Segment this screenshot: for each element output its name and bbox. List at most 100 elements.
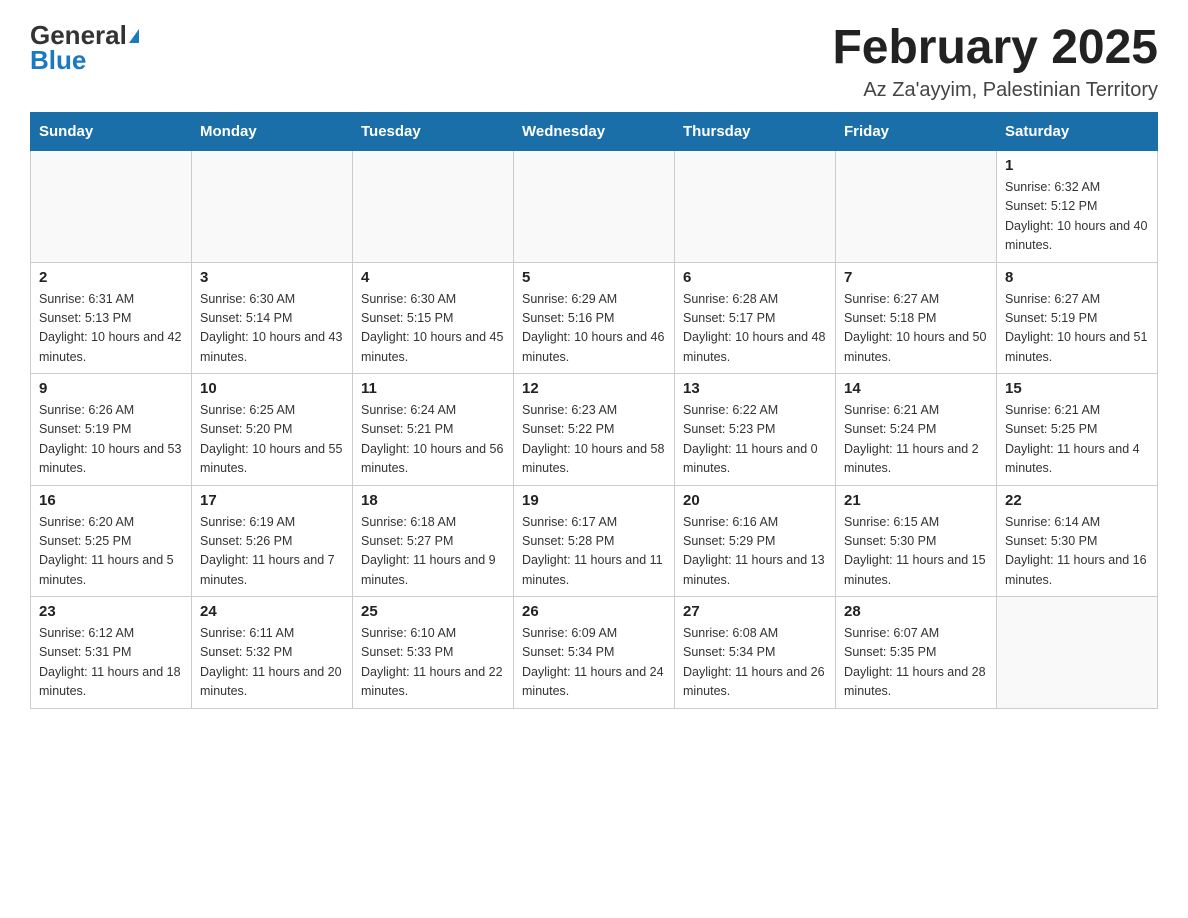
day-info: Sunrise: 6:14 AM Sunset: 5:30 PM Dayligh… [1005,513,1149,591]
week-row-1: 1 Sunrise: 6:32 AM Sunset: 5:12 PM Daylig… [31,151,1158,263]
calendar-cell: 13 Sunrise: 6:22 AM Sunset: 5:23 PM Dayli… [675,374,836,486]
week-row-3: 9 Sunrise: 6:26 AM Sunset: 5:19 PM Daylig… [31,374,1158,486]
calendar-cell: 24 Sunrise: 6:11 AM Sunset: 5:32 PM Dayli… [192,597,353,709]
day-number: 8 [1005,269,1149,286]
day-number: 3 [200,269,344,286]
calendar-cell [353,151,514,263]
calendar-cell: 10 Sunrise: 6:25 AM Sunset: 5:20 PM Dayli… [192,374,353,486]
day-number: 21 [844,492,988,509]
day-info: Sunrise: 6:17 AM Sunset: 5:28 PM Dayligh… [522,513,666,591]
day-info: Sunrise: 6:09 AM Sunset: 5:34 PM Dayligh… [522,624,666,702]
day-info: Sunrise: 6:27 AM Sunset: 5:19 PM Dayligh… [1005,290,1149,368]
day-number: 20 [683,492,827,509]
calendar-cell: 26 Sunrise: 6:09 AM Sunset: 5:34 PM Dayli… [514,597,675,709]
calendar-cell: 16 Sunrise: 6:20 AM Sunset: 5:25 PM Dayli… [31,485,192,597]
calendar-table: Sunday Monday Tuesday Wednesday Thursday… [30,112,1158,709]
header-sunday: Sunday [31,113,192,151]
title-block: February 2025 Az Za'ayyim, Palestinian T… [832,20,1158,102]
day-number: 11 [361,380,505,397]
day-info: Sunrise: 6:25 AM Sunset: 5:20 PM Dayligh… [200,401,344,479]
calendar-cell: 14 Sunrise: 6:21 AM Sunset: 5:24 PM Dayli… [836,374,997,486]
calendar-cell [514,151,675,263]
day-info: Sunrise: 6:26 AM Sunset: 5:19 PM Dayligh… [39,401,183,479]
day-info: Sunrise: 6:18 AM Sunset: 5:27 PM Dayligh… [361,513,505,591]
header-friday: Friday [836,113,997,151]
day-number: 6 [683,269,827,286]
header-thursday: Thursday [675,113,836,151]
header-tuesday: Tuesday [353,113,514,151]
calendar-cell: 22Sunrise: 6:14 AM Sunset: 5:30 PM Dayli… [997,485,1158,597]
calendar-cell [997,597,1158,709]
calendar-cell: 28 Sunrise: 6:07 AM Sunset: 5:35 PM Dayli… [836,597,997,709]
day-info: Sunrise: 6:16 AM Sunset: 5:29 PM Dayligh… [683,513,827,591]
day-number: 9 [39,380,183,397]
weekday-header-row: Sunday Monday Tuesday Wednesday Thursday… [31,113,1158,151]
day-info: Sunrise: 6:23 AM Sunset: 5:22 PM Dayligh… [522,401,666,479]
week-row-2: 2Sunrise: 6:31 AM Sunset: 5:13 PM Daylig… [31,262,1158,374]
day-info: Sunrise: 6:19 AM Sunset: 5:26 PM Dayligh… [200,513,344,591]
calendar-cell: 4Sunrise: 6:30 AM Sunset: 5:15 PM Daylig… [353,262,514,374]
day-info: Sunrise: 6:15 AM Sunset: 5:30 PM Dayligh… [844,513,988,591]
day-number: 1 [1005,157,1149,174]
header-saturday: Saturday [997,113,1158,151]
calendar-cell: 23Sunrise: 6:12 AM Sunset: 5:31 PM Dayli… [31,597,192,709]
day-info: Sunrise: 6:22 AM Sunset: 5:23 PM Dayligh… [683,401,827,479]
calendar-cell: 3 Sunrise: 6:30 AM Sunset: 5:14 PM Daylig… [192,262,353,374]
day-info: Sunrise: 6:08 AM Sunset: 5:34 PM Dayligh… [683,624,827,702]
day-number: 16 [39,492,183,509]
calendar-cell: 7 Sunrise: 6:27 AM Sunset: 5:18 PM Daylig… [836,262,997,374]
logo-triangle-icon [129,29,139,43]
calendar-cell [675,151,836,263]
calendar-cell: 6 Sunrise: 6:28 AM Sunset: 5:17 PM Daylig… [675,262,836,374]
calendar-cell: 9 Sunrise: 6:26 AM Sunset: 5:19 PM Daylig… [31,374,192,486]
day-info: Sunrise: 6:28 AM Sunset: 5:17 PM Dayligh… [683,290,827,368]
day-info: Sunrise: 6:24 AM Sunset: 5:21 PM Dayligh… [361,401,505,479]
day-info: Sunrise: 6:31 AM Sunset: 5:13 PM Dayligh… [39,290,183,368]
day-number: 14 [844,380,988,397]
calendar-cell: 27Sunrise: 6:08 AM Sunset: 5:34 PM Dayli… [675,597,836,709]
calendar-cell: 11 Sunrise: 6:24 AM Sunset: 5:21 PM Dayli… [353,374,514,486]
header-wednesday: Wednesday [514,113,675,151]
calendar-cell: 19Sunrise: 6:17 AM Sunset: 5:28 PM Dayli… [514,485,675,597]
calendar-cell [31,151,192,263]
header-monday: Monday [192,113,353,151]
page-header: General Blue February 2025 Az Za'ayyim, … [30,20,1158,102]
day-info: Sunrise: 6:32 AM Sunset: 5:12 PM Dayligh… [1005,178,1149,256]
calendar-cell: 15 Sunrise: 6:21 AM Sunset: 5:25 PM Dayli… [997,374,1158,486]
day-number: 26 [522,603,666,620]
logo: General Blue [30,20,139,76]
day-number: 25 [361,603,505,620]
day-info: Sunrise: 6:27 AM Sunset: 5:18 PM Dayligh… [844,290,988,368]
calendar-cell: 8 Sunrise: 6:27 AM Sunset: 5:19 PM Daylig… [997,262,1158,374]
calendar-cell: 20 Sunrise: 6:16 AM Sunset: 5:29 PM Dayli… [675,485,836,597]
calendar-cell: 21 Sunrise: 6:15 AM Sunset: 5:30 PM Dayli… [836,485,997,597]
calendar-cell: 25 Sunrise: 6:10 AM Sunset: 5:33 PM Dayli… [353,597,514,709]
day-number: 10 [200,380,344,397]
day-info: Sunrise: 6:12 AM Sunset: 5:31 PM Dayligh… [39,624,183,702]
day-info: Sunrise: 6:21 AM Sunset: 5:25 PM Dayligh… [1005,401,1149,479]
day-number: 5 [522,269,666,286]
day-number: 7 [844,269,988,286]
day-number: 15 [1005,380,1149,397]
day-number: 13 [683,380,827,397]
page-subtitle: Az Za'ayyim, Palestinian Territory [832,79,1158,102]
day-info: Sunrise: 6:29 AM Sunset: 5:16 PM Dayligh… [522,290,666,368]
day-info: Sunrise: 6:10 AM Sunset: 5:33 PM Dayligh… [361,624,505,702]
day-number: 12 [522,380,666,397]
day-number: 18 [361,492,505,509]
day-info: Sunrise: 6:30 AM Sunset: 5:14 PM Dayligh… [200,290,344,368]
page-title: February 2025 [832,20,1158,75]
day-info: Sunrise: 6:21 AM Sunset: 5:24 PM Dayligh… [844,401,988,479]
day-info: Sunrise: 6:11 AM Sunset: 5:32 PM Dayligh… [200,624,344,702]
calendar-cell: 17Sunrise: 6:19 AM Sunset: 5:26 PM Dayli… [192,485,353,597]
calendar-cell [192,151,353,263]
calendar-cell: 5 Sunrise: 6:29 AM Sunset: 5:16 PM Daylig… [514,262,675,374]
logo-blue: Blue [30,45,86,76]
day-info: Sunrise: 6:30 AM Sunset: 5:15 PM Dayligh… [361,290,505,368]
calendar-cell [836,151,997,263]
calendar-cell: 2Sunrise: 6:31 AM Sunset: 5:13 PM Daylig… [31,262,192,374]
day-info: Sunrise: 6:07 AM Sunset: 5:35 PM Dayligh… [844,624,988,702]
day-number: 28 [844,603,988,620]
day-number: 24 [200,603,344,620]
day-info: Sunrise: 6:20 AM Sunset: 5:25 PM Dayligh… [39,513,183,591]
